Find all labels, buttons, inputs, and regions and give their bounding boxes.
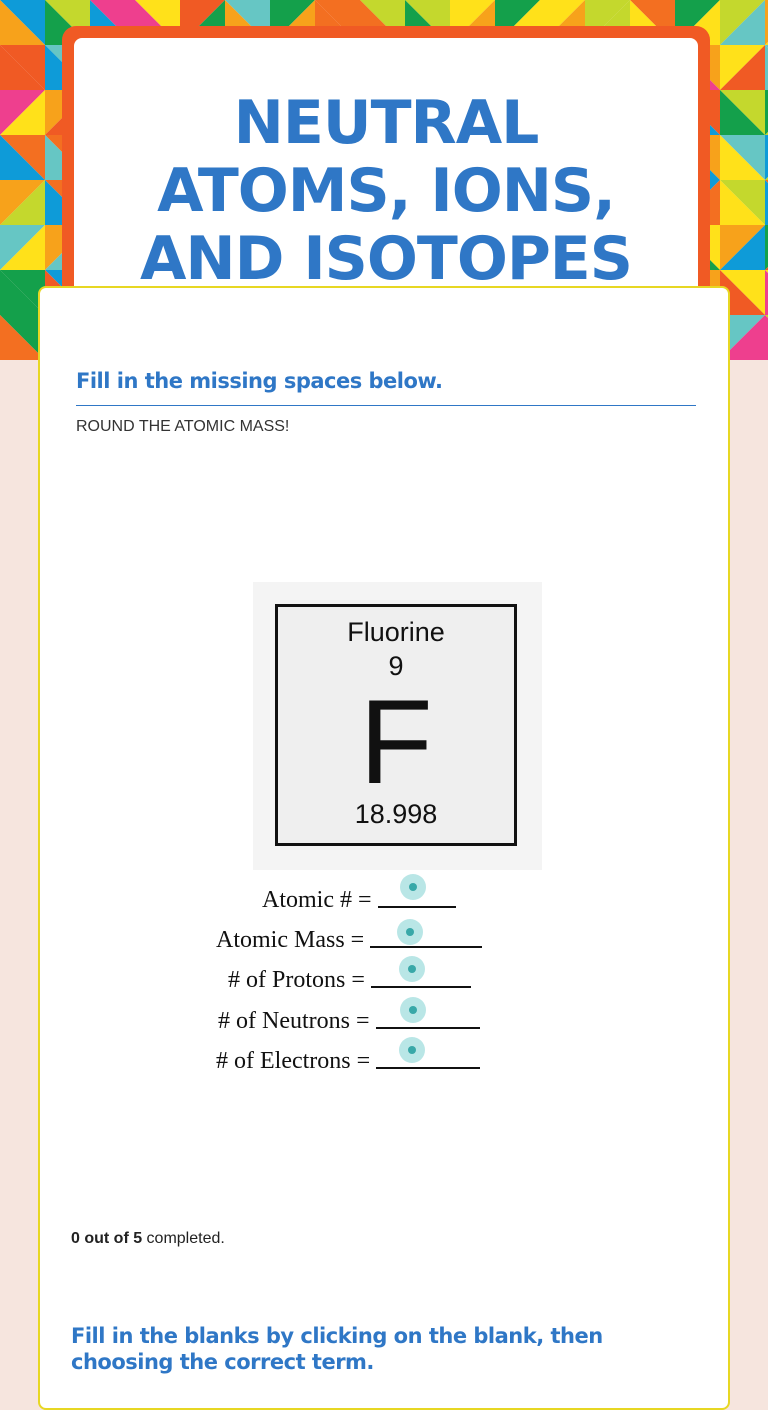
answer-hotspot[interactable]	[397, 919, 424, 945]
progress-suffix: completed.	[142, 1230, 225, 1247]
element-mass: 18.998	[354, 799, 438, 829]
answer-hotspot[interactable]	[399, 1037, 426, 1063]
question-row-atomic-mass: Atomic Mass =	[216, 919, 483, 954]
answer-blank[interactable]	[370, 956, 471, 988]
title-card: NEUTRAL ATOMS, IONS, AND ISOTOPES	[62, 26, 710, 316]
answer-blank[interactable]	[377, 874, 456, 908]
answer-blank[interactable]	[376, 1037, 481, 1069]
question-label: # of Electrons =	[216, 1048, 371, 1074]
element-box: Fluorine 9 F 18.998	[275, 604, 517, 846]
element-tile-image: Fluorine 9 F 18.998	[253, 582, 542, 870]
element-name: Fluorine	[347, 617, 445, 647]
element-symbol: F	[359, 675, 433, 809]
answer-blank[interactable]	[370, 919, 483, 948]
progress-text: 0 out of 5 completed.	[71, 1230, 225, 1248]
answer-blank[interactable]	[375, 997, 480, 1029]
instruction-text: ROUND THE ATOMIC MASS!	[76, 418, 290, 435]
question-row-protons: # of Protons =	[228, 956, 471, 994]
question-label: # of Neutrons =	[218, 1008, 370, 1034]
page-title: NEUTRAL ATOMS, IONS, AND ISOTOPES	[140, 88, 633, 294]
section-heading-fill-missing: Fill in the missing spaces below.	[76, 369, 443, 393]
worksheet-card: Fill in the missing spaces below. ROUND …	[38, 286, 730, 1410]
answer-hotspot[interactable]	[399, 874, 426, 900]
title-panel: NEUTRAL ATOMS, IONS, AND ISOTOPES	[72, 36, 700, 316]
question-label: Atomic Mass =	[216, 927, 365, 953]
progress-count: 0 out of 5	[71, 1230, 143, 1247]
question-row-electrons: # of Electrons =	[216, 1037, 481, 1075]
section-heading-fill-blanks: Fill in the blanks by clicking on the bl…	[71, 1324, 603, 1374]
answer-hotspot[interactable]	[398, 956, 425, 982]
answer-hotspot[interactable]	[399, 997, 426, 1023]
question-label: Atomic # =	[262, 887, 372, 913]
question-label: # of Protons =	[228, 967, 365, 993]
heading-divider	[76, 405, 696, 406]
question-row-atomic-number: Atomic # =	[262, 874, 456, 914]
question-row-neutrons: # of Neutrons =	[218, 997, 480, 1035]
